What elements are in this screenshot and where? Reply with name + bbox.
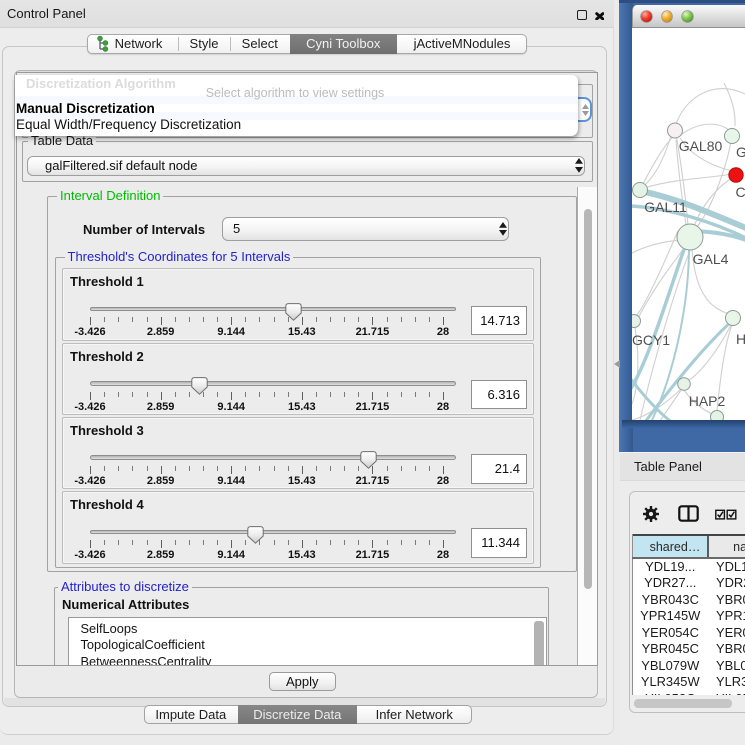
svg-text:GCY1: GCY1 [632, 332, 670, 348]
svg-text:GAL80: GAL80 [679, 138, 723, 154]
svg-text:HAP2: HAP2 [689, 393, 726, 409]
svg-text:HIS4: HIS4 [736, 331, 745, 347]
svg-text:GAL11: GAL11 [644, 199, 687, 215]
svg-text:GAL4: GAL4 [693, 251, 729, 267]
svg-text:CD: CD [736, 184, 745, 200]
svg-text:GAL1: GAL1 [736, 144, 745, 160]
